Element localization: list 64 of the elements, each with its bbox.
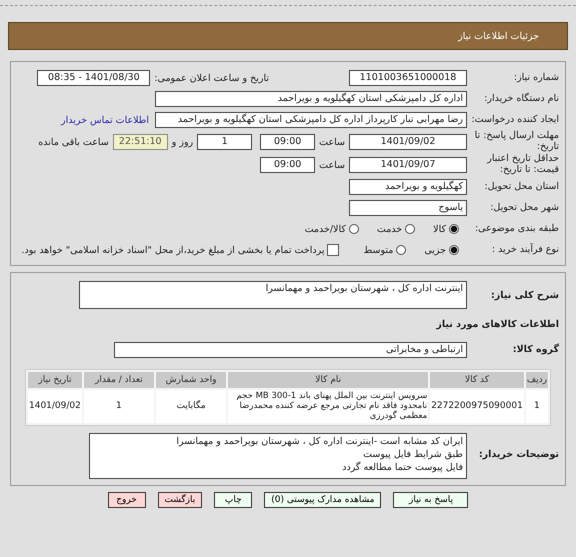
notes-field[interactable]: ایران کد مشابه است -اینترنت اداره کل ، شهرستان بویراحمد و مهمانسرا طبق شرایط فایل پیوست فایل پیوست حتما مطالعه گردد bbox=[89, 432, 467, 479]
field-label: نوع فرآیند خرید : bbox=[490, 244, 560, 256]
table-cell: 1 bbox=[84, 390, 154, 423]
field-label: طبقه بندی موضوعی: bbox=[474, 224, 560, 234]
text-field[interactable]: یاسوج bbox=[349, 200, 467, 216]
column-header: واحد شمارش bbox=[156, 372, 226, 388]
option-label: متوسط bbox=[363, 244, 394, 256]
option-label: کالا/خدمت bbox=[304, 224, 346, 234]
option-label: کالا bbox=[433, 224, 446, 234]
button[interactable]: خروج bbox=[108, 492, 146, 508]
checkbox-label: پرداخت تمام یا بخشی از مبلغ خرید،از محل "اسناد خزانه اسلامی" خواهد بود. bbox=[22, 244, 324, 256]
text-field[interactable]: 09:00 bbox=[260, 134, 316, 150]
section-heading: اطلاعات کالاهای مورد نیاز bbox=[436, 320, 560, 330]
field-label: شماره نیاز: bbox=[512, 72, 560, 84]
field-label: ساعت bbox=[319, 136, 345, 148]
text-field[interactable]: رضا مهرابی تبار کارپرداز اداره کل دامپزشکی استان کهگیلویه و بویراحمد bbox=[155, 112, 467, 128]
text-field[interactable]: ارتباطی و مخابراتی bbox=[114, 342, 467, 358]
table-cell: مگابایت bbox=[156, 390, 226, 423]
radio-button[interactable] bbox=[449, 245, 459, 255]
option-label: خدمت bbox=[376, 224, 402, 234]
field-label: نام دستگاه خریدار: bbox=[483, 94, 560, 104]
field-label: حداقل تاریخ اعتبار قیمت: تا تاریخ: bbox=[486, 154, 560, 176]
field-label: توضیحات خریدار: bbox=[478, 450, 560, 462]
field-label: ساعت باقی مانده bbox=[38, 136, 109, 148]
radio-button[interactable] bbox=[396, 245, 406, 255]
option-label: جزیی bbox=[424, 244, 446, 256]
column-header: تاریخ نیاز bbox=[28, 372, 82, 388]
checkbox[interactable] bbox=[327, 244, 340, 256]
field-label: ساعت bbox=[319, 160, 345, 170]
description-field[interactable]: اینترنت اداره کل ، شهرستان بویراحمد و مهمانسرا bbox=[79, 281, 467, 309]
radio-button[interactable] bbox=[348, 224, 359, 234]
button[interactable]: چاپ bbox=[214, 492, 252, 508]
button[interactable]: بازگشت bbox=[158, 492, 202, 508]
text-field[interactable]: 1 bbox=[197, 134, 252, 150]
table-cell: سرویس اینترنت بین الملل پهنای باند 1-300 MB حجم نامحدود فاقد نام تجارتی مرجع عرضه کننده محمدرضا معظمی گودرزی bbox=[228, 390, 428, 423]
text-field[interactable]: 1401/08/30 - 08:35 bbox=[37, 70, 150, 86]
column-header: ردیف bbox=[526, 372, 548, 388]
field-label: تاریخ و ساعت اعلان عمومی: bbox=[154, 72, 269, 84]
column-header: تعداد / مقدار bbox=[84, 372, 154, 388]
field-label: مهلت ارسال پاسخ: تا تاریخ: bbox=[474, 131, 560, 153]
field-label: شهر محل تحویل: bbox=[489, 202, 560, 214]
text-field[interactable]: اداره کل دامپزشکی استان کهگیلویه و بویراحمد bbox=[155, 91, 467, 107]
field-label: روز و bbox=[172, 136, 194, 148]
column-header: نام کالا bbox=[228, 372, 428, 388]
page-title: جزئیات اطلاعات نیاز bbox=[458, 30, 539, 42]
column-header: کد کالا bbox=[430, 372, 524, 388]
field-label: گروه کالا: bbox=[512, 344, 560, 356]
text-field[interactable]: 1101003651000018 bbox=[349, 70, 467, 86]
button[interactable]: مشاهده مدارک پیوستی (0) bbox=[264, 492, 382, 508]
text-field[interactable]: 1401/09/07 bbox=[349, 157, 467, 173]
radio-button[interactable] bbox=[449, 224, 459, 234]
text-field[interactable]: کهگیلویه و بویراحمد bbox=[349, 179, 467, 195]
field-label: شرح کلی نیاز: bbox=[490, 290, 560, 302]
countdown-timer: 22:51:10 bbox=[112, 134, 168, 150]
table-cell: 1401/09/02 bbox=[28, 390, 82, 423]
table-cell: 2272200975090001 bbox=[430, 390, 524, 423]
table-cell: 1 bbox=[526, 390, 548, 423]
text-field[interactable]: 1401/09/02 bbox=[349, 134, 467, 150]
radio-button[interactable] bbox=[405, 224, 416, 234]
text-field[interactable]: 09:00 bbox=[260, 157, 316, 173]
field-label: ایجاد کننده درخواست: bbox=[470, 114, 560, 126]
field-label: استان محل تحویل: bbox=[483, 182, 560, 192]
button[interactable]: پاسخ به نیاز bbox=[393, 492, 468, 508]
contact-link[interactable]: اطلاعات تماس خریدار bbox=[60, 114, 149, 126]
